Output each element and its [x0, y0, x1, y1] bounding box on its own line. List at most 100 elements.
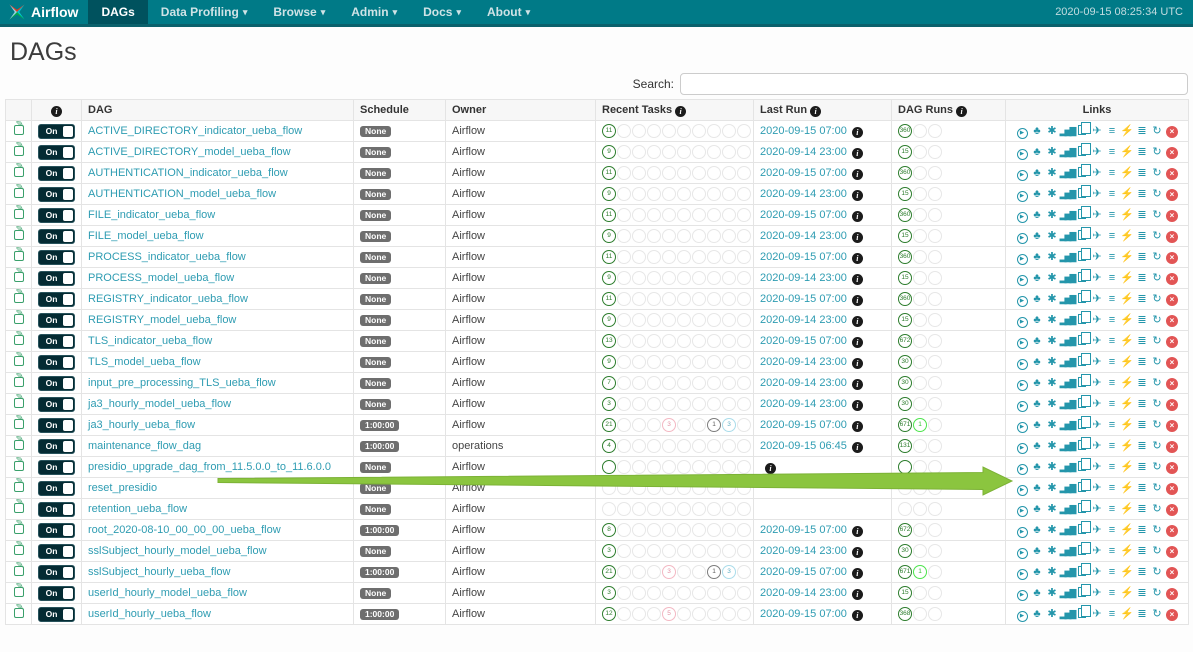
task-state-circle-empty[interactable] [632, 502, 646, 516]
gantt-view-icon[interactable]: ≡ [1105, 460, 1120, 474]
task-state-circle-empty[interactable] [617, 418, 631, 432]
task-state-circle-empty[interactable] [647, 460, 661, 474]
graph-view-icon[interactable]: ✱ [1045, 502, 1060, 516]
landing-times-icon[interactable]: ✈ [1090, 355, 1105, 369]
task-state-circle-empty[interactable] [632, 124, 646, 138]
task-state-circle-empty[interactable] [737, 565, 751, 579]
task-state-circle-empty[interactable] [677, 376, 691, 390]
task-state-circle-empty[interactable] [632, 460, 646, 474]
task-state-circle-empty[interactable] [617, 397, 631, 411]
task-state-circle-empty[interactable] [677, 502, 691, 516]
logs-icon[interactable]: ≣ [1135, 187, 1150, 201]
task-state-circle-empty[interactable] [722, 523, 736, 537]
code-view-icon[interactable]: ⚡ [1120, 124, 1135, 138]
dag-run-circle-running[interactable]: 1 [913, 565, 927, 579]
edit-dag-icon[interactable] [14, 272, 24, 282]
task-state-circle-empty[interactable] [692, 418, 706, 432]
gantt-view-icon[interactable]: ≡ [1105, 292, 1120, 306]
task-state-circle-success[interactable]: 9 [602, 187, 616, 201]
task-state-circle-empty[interactable] [677, 586, 691, 600]
logs-icon[interactable]: ≣ [1135, 439, 1150, 453]
task-state-circle-success[interactable]: 9 [602, 355, 616, 369]
dag-link[interactable]: TLS_model_ueba_flow [88, 356, 201, 368]
graph-view-icon[interactable]: ✱ [1045, 208, 1060, 222]
task-state-circle-empty[interactable] [617, 334, 631, 348]
schedule-badge[interactable]: None [360, 126, 391, 138]
dag-run-circle-empty[interactable] [928, 439, 942, 453]
info-icon[interactable]: i [852, 127, 863, 138]
refresh-icon[interactable]: ↻ [1150, 460, 1165, 474]
graph-view-icon[interactable]: ✱ [1045, 376, 1060, 390]
landing-times-icon[interactable]: ✈ [1090, 187, 1105, 201]
dag-run-circle-empty[interactable] [913, 271, 927, 285]
info-icon[interactable]: i [852, 442, 863, 453]
dag-on-off-toggle[interactable]: On [38, 565, 75, 580]
task-state-circle-empty[interactable] [647, 124, 661, 138]
task-state-circle-empty[interactable] [737, 439, 751, 453]
graph-view-icon[interactable]: ✱ [1045, 166, 1060, 180]
task-state-circle-empty[interactable] [662, 586, 676, 600]
refresh-icon[interactable]: ↻ [1150, 439, 1165, 453]
tree-view-icon[interactable]: ♣ [1030, 460, 1045, 474]
dag-link[interactable]: root_2020-08-10_00_00_00_ueba_flow [88, 524, 281, 536]
task-state-circle-empty[interactable] [662, 208, 676, 222]
dag-run-circle-empty[interactable] [913, 586, 927, 600]
edit-dag-icon[interactable] [14, 482, 24, 492]
tree-view-icon[interactable]: ♣ [1030, 607, 1045, 621]
task-state-circle-empty[interactable] [662, 145, 676, 159]
refresh-icon[interactable]: ↻ [1150, 544, 1165, 558]
task-duration-icon[interactable]: ▂▅▇ [1060, 292, 1075, 306]
task-state-circle-empty[interactable] [677, 565, 691, 579]
tree-view-icon[interactable]: ♣ [1030, 481, 1045, 495]
info-icon[interactable]: i [765, 463, 776, 474]
task-duration-icon[interactable]: ▂▅▇ [1060, 418, 1075, 432]
code-view-icon[interactable]: ⚡ [1120, 481, 1135, 495]
dag-run-circle-empty[interactable] [928, 166, 942, 180]
last-run-link[interactable]: 2020-09-14 23:00 [760, 146, 847, 158]
task-state-circle-empty[interactable] [647, 250, 661, 264]
delete-dag-icon[interactable]: × [1165, 502, 1180, 516]
task-state-circle-empty[interactable] [632, 313, 646, 327]
dag-run-circle-empty[interactable] [928, 145, 942, 159]
task-state-circle-skipped[interactable]: 5 [662, 607, 676, 621]
landing-times-icon[interactable]: ✈ [1090, 460, 1105, 474]
task-state-circle-success[interactable]: 3 [602, 397, 616, 411]
task-state-circle-empty[interactable] [647, 586, 661, 600]
task-state-circle-empty[interactable] [707, 586, 721, 600]
graph-view-icon[interactable]: ✱ [1045, 250, 1060, 264]
landing-times-icon[interactable]: ✈ [1090, 166, 1105, 180]
task-state-circle-empty[interactable] [692, 271, 706, 285]
tree-view-icon[interactable]: ♣ [1030, 586, 1045, 600]
dag-on-off-toggle[interactable]: On [38, 334, 75, 349]
refresh-icon[interactable]: ↻ [1150, 481, 1165, 495]
trigger-dag-icon[interactable]: ▶ [1015, 376, 1030, 391]
task-state-circle-empty[interactable] [632, 376, 646, 390]
task-state-circle-queued[interactable]: 1 [707, 418, 721, 432]
landing-times-icon[interactable]: ✈ [1090, 565, 1105, 579]
task-state-circle-empty[interactable] [662, 376, 676, 390]
dag-link[interactable]: presidio_upgrade_dag_from_11.5.0.0_to_11… [88, 461, 331, 473]
task-state-circle-empty[interactable] [722, 145, 736, 159]
task-state-circle-empty[interactable] [677, 418, 691, 432]
dag-link[interactable]: ja3_hourly_model_ueba_flow [88, 398, 231, 410]
task-state-circle-empty[interactable] [737, 271, 751, 285]
dag-link[interactable]: AUTHENTICATION_indicator_ueba_flow [88, 167, 288, 179]
task-state-circle-empty[interactable] [632, 523, 646, 537]
logs-icon[interactable]: ≣ [1135, 166, 1150, 180]
task-state-circle-empty[interactable] [677, 523, 691, 537]
edit-dag-icon[interactable] [14, 503, 24, 513]
dag-run-circle-success[interactable]: 15 [898, 271, 912, 285]
dag-run-circle-success[interactable]: 30 [898, 397, 912, 411]
task-state-circle-empty[interactable] [737, 418, 751, 432]
task-state-circle-empty[interactable] [737, 544, 751, 558]
code-view-icon[interactable]: ⚡ [1120, 523, 1135, 537]
task-duration-icon[interactable]: ▂▅▇ [1060, 187, 1075, 201]
dag-on-off-toggle[interactable]: On [38, 229, 75, 244]
task-state-circle-success[interactable]: 11 [602, 292, 616, 306]
dag-on-off-toggle[interactable]: On [38, 502, 75, 517]
tree-view-icon[interactable]: ♣ [1030, 187, 1045, 201]
tree-view-icon[interactable]: ♣ [1030, 439, 1045, 453]
info-icon[interactable]: i [852, 589, 863, 600]
refresh-icon[interactable]: ↻ [1150, 145, 1165, 159]
delete-dag-icon[interactable]: × [1165, 607, 1180, 621]
